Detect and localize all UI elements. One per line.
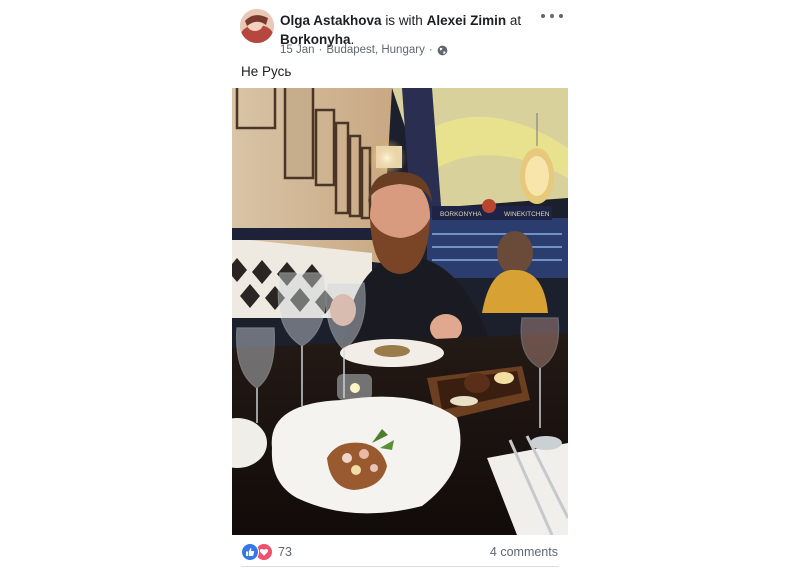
post-meta: 15 Jan · Budapest, Hungary · — [280, 44, 448, 56]
at-text: at — [509, 13, 522, 28]
post-photo[interactable]: BORKONYHA WINEKITCHEN — [232, 88, 568, 535]
footer-divider — [241, 566, 559, 567]
tagged-friend[interactable]: Alexei Zimin — [427, 13, 507, 28]
post-date[interactable]: 15 Jan — [280, 44, 315, 56]
post-location[interactable]: Budapest, Hungary — [326, 44, 424, 56]
comments-count-link[interactable]: 4 comments — [490, 545, 558, 559]
author-name[interactable]: Olga Astakhova — [280, 13, 382, 28]
photo-sign-right: WINEKITCHEN — [504, 211, 550, 218]
facebook-post: Olga Astakhova is with Alexei Zimin at B… — [0, 0, 800, 570]
like-icon — [241, 543, 259, 561]
more-dot — [541, 14, 545, 18]
reaction-count: 73 — [278, 545, 292, 559]
with-text: is with — [385, 13, 423, 28]
reactions-summary[interactable]: 73 — [241, 543, 292, 561]
more-options-button[interactable] — [541, 8, 563, 24]
post-text: Не Русь — [241, 64, 292, 79]
meta-separator: · — [318, 44, 323, 56]
globe-icon[interactable] — [437, 45, 448, 56]
more-dot — [559, 14, 563, 18]
meta-separator-2: · — [428, 44, 433, 56]
author-avatar[interactable] — [240, 9, 274, 43]
more-dot — [550, 14, 554, 18]
photo-sign-left: BORKONYHA — [440, 211, 482, 218]
